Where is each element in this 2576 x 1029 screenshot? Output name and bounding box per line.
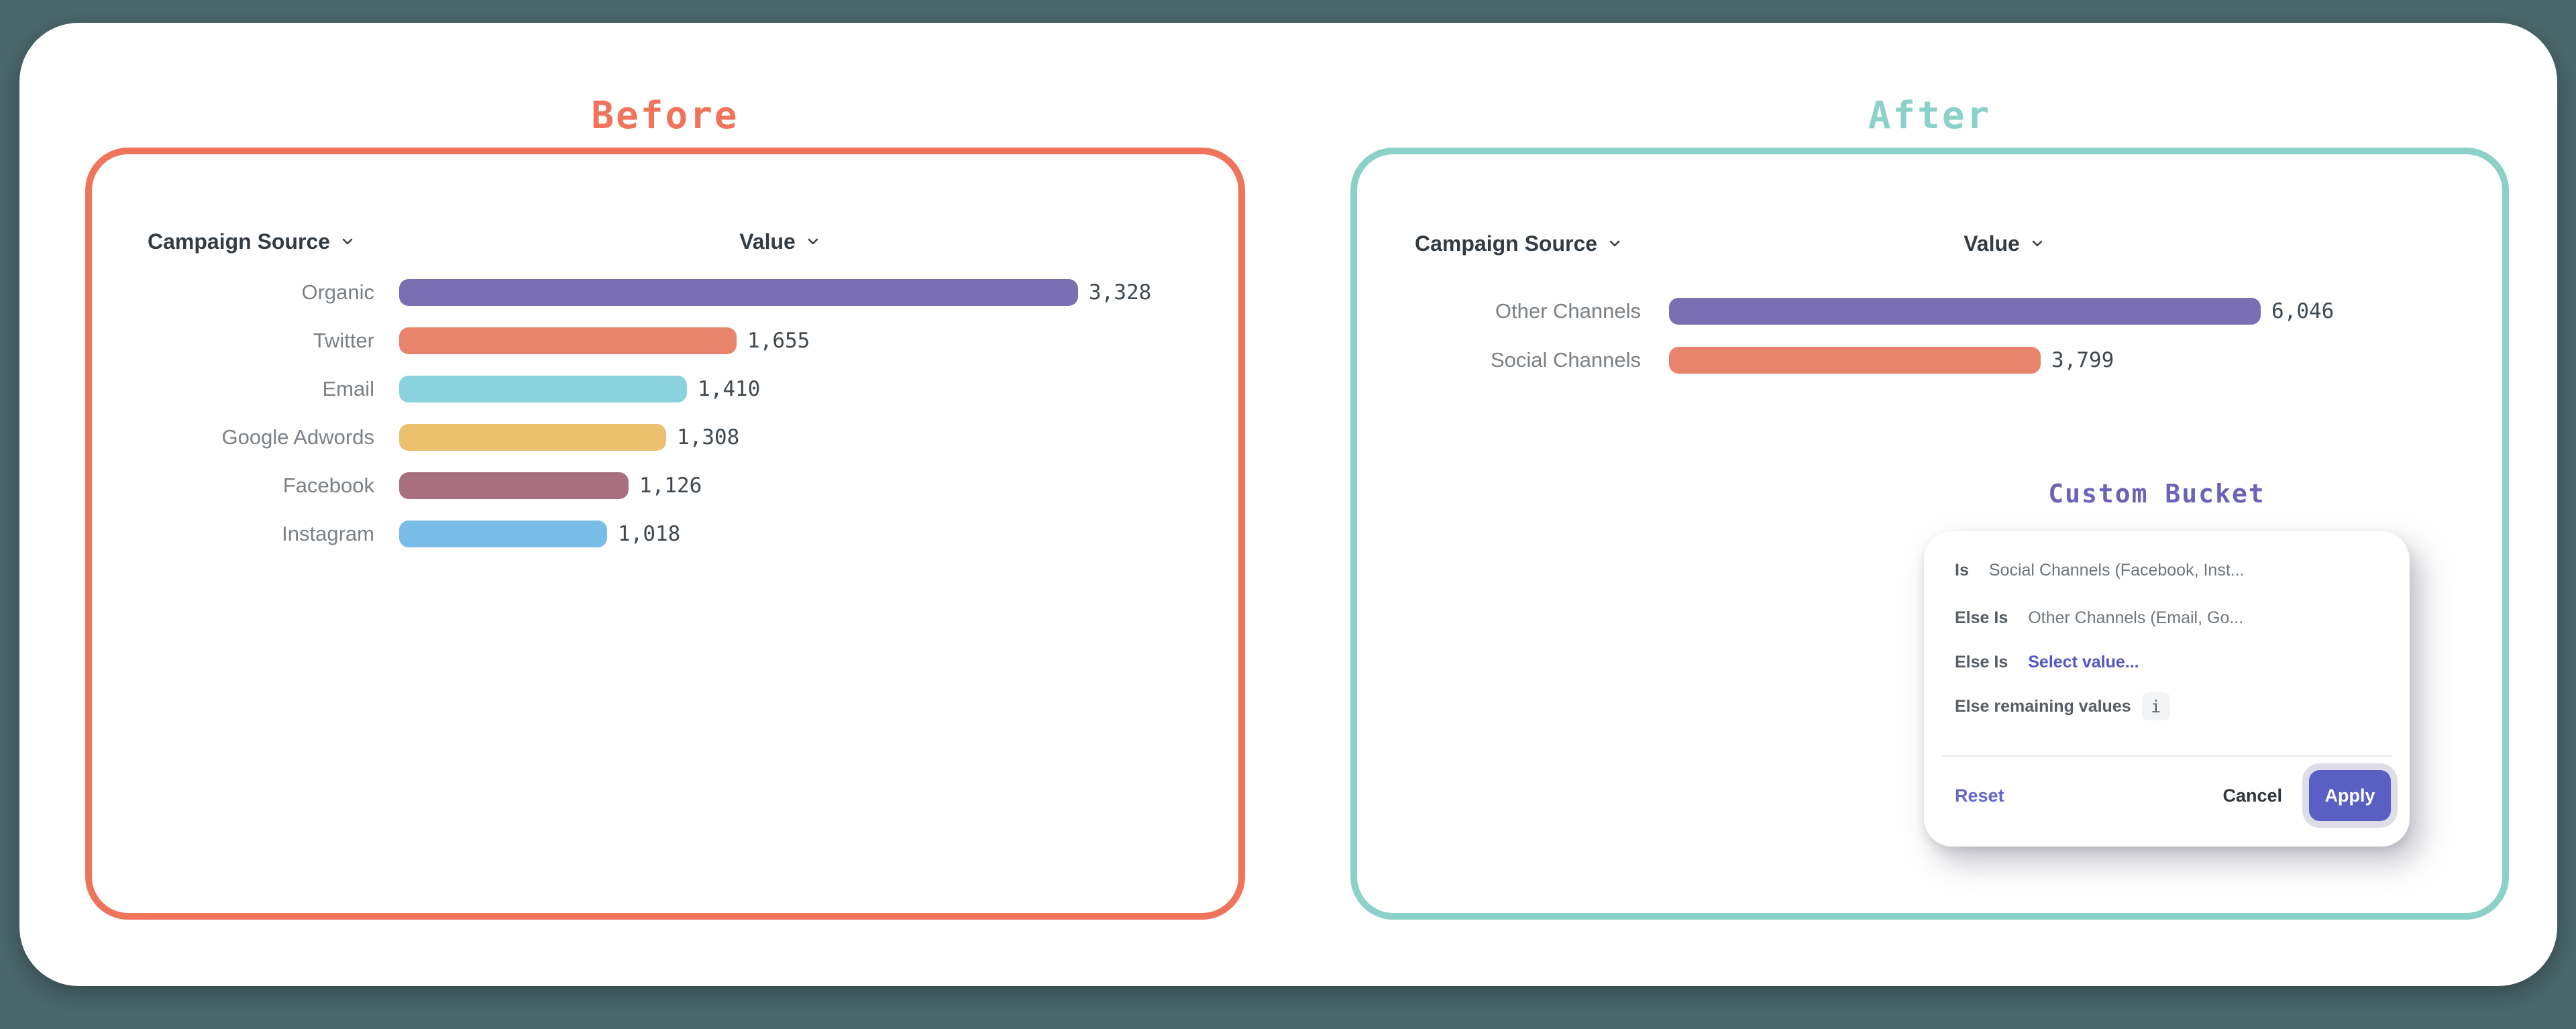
bucket-rule-operator[interactable]: Is	[1955, 561, 1969, 580]
chevron-down-icon	[805, 233, 821, 250]
value-bar[interactable]	[399, 521, 607, 547]
value-bar[interactable]	[399, 424, 666, 451]
after-value-header[interactable]: Value	[1937, 229, 2072, 258]
row-value: 1,308	[677, 425, 739, 449]
row-label: Social Channels	[1440, 348, 1641, 372]
before-source-header[interactable]: Campaign Source	[148, 227, 356, 256]
row-value: 6,046	[2271, 299, 2334, 323]
before-title: Before	[85, 91, 1245, 141]
row-value: 3,328	[1089, 280, 1151, 305]
bucket-rule-value[interactable]: Other Channels (Email, Go...	[2028, 608, 2243, 628]
info-icon[interactable]: i	[2142, 692, 2170, 720]
row-value: 1,410	[698, 377, 760, 401]
screenshot-canvas: { "colors": { "page_bg": "#4A676B", "car…	[0, 0, 2576, 1029]
bucket-remaining-row: Else remaining values i	[1955, 693, 2390, 720]
before-value-header-label: Value	[739, 229, 796, 254]
bucket-rule-row: Is Social Channels (Facebook, Inst...	[1955, 557, 2390, 584]
popup-divider	[1941, 755, 2392, 757]
table-row: Facebook 1,126	[148, 472, 1151, 499]
reset-button[interactable]: Reset	[1955, 786, 2004, 806]
value-bar[interactable]	[399, 279, 1078, 306]
chevron-down-icon	[2029, 235, 2045, 252]
row-label: Facebook	[148, 474, 374, 498]
value-bar[interactable]	[1669, 347, 2041, 374]
after-source-header-label: Campaign Source	[1415, 231, 1597, 256]
before-value-header[interactable]: Value	[713, 227, 847, 256]
row-label: Instagram	[148, 522, 374, 546]
before-chart-rows: Organic 3,328 Twitter 1,655 Email 1,410 Google…	[148, 279, 1151, 569]
chevron-down-icon	[339, 233, 356, 250]
row-value: 1,126	[639, 474, 702, 498]
table-row: Twitter 1,655	[148, 327, 1151, 354]
row-label: Organic	[148, 280, 374, 305]
table-row: Social Channels 3,799	[1440, 347, 2334, 374]
row-value: 3,799	[2051, 348, 2114, 372]
table-row: Instagram 1,018	[148, 521, 1151, 547]
bucket-rule-row: Else Is Other Channels (Email, Go...	[1955, 604, 2390, 631]
table-row: Google Adwords 1,308	[148, 424, 1151, 451]
table-row: Email 1,410	[148, 376, 1151, 402]
value-bar[interactable]	[1669, 298, 2261, 325]
custom-bucket-title: Custom Bucket	[2016, 479, 2298, 508]
row-label: Other Channels	[1440, 299, 1641, 323]
chevron-down-icon	[1607, 235, 1623, 252]
before-source-header-label: Campaign Source	[148, 229, 330, 254]
bucket-rule-operator[interactable]: Else Is	[1955, 653, 2008, 672]
bucket-rule-operator[interactable]: Else Is	[1955, 608, 2008, 628]
after-value-header-label: Value	[1964, 231, 2020, 256]
table-row: Other Channels 6,046	[1440, 298, 2334, 325]
row-value: 1,655	[747, 329, 810, 353]
bucket-select-value-link[interactable]: Select value...	[2028, 653, 2139, 672]
row-label: Email	[148, 377, 374, 401]
after-source-header[interactable]: Campaign Source	[1415, 229, 1623, 258]
bucket-rule-value[interactable]: Social Channels (Facebook, Inst...	[1989, 561, 2245, 580]
row-value: 1,018	[618, 522, 680, 546]
value-bar[interactable]	[399, 472, 629, 499]
popup-footer: Reset Cancel Apply	[1955, 770, 2391, 821]
bucket-remaining-label: Else remaining values	[1955, 697, 2131, 716]
cancel-button[interactable]: Cancel	[2222, 786, 2282, 806]
after-chart-rows: Other Channels 6,046 Social Channels 3,799	[1440, 298, 2334, 396]
apply-button[interactable]: Apply	[2309, 770, 2391, 821]
value-bar[interactable]	[399, 376, 687, 402]
bucket-rule-row: Else Is Select value...	[1955, 649, 2390, 675]
row-label: Twitter	[148, 329, 374, 353]
table-row: Organic 3,328	[148, 279, 1151, 306]
after-title: After	[1350, 91, 2509, 141]
row-label: Google Adwords	[148, 425, 374, 449]
value-bar[interactable]	[399, 327, 737, 354]
custom-bucket-popup: Is Social Channels (Facebook, Inst... El…	[1924, 531, 2410, 847]
